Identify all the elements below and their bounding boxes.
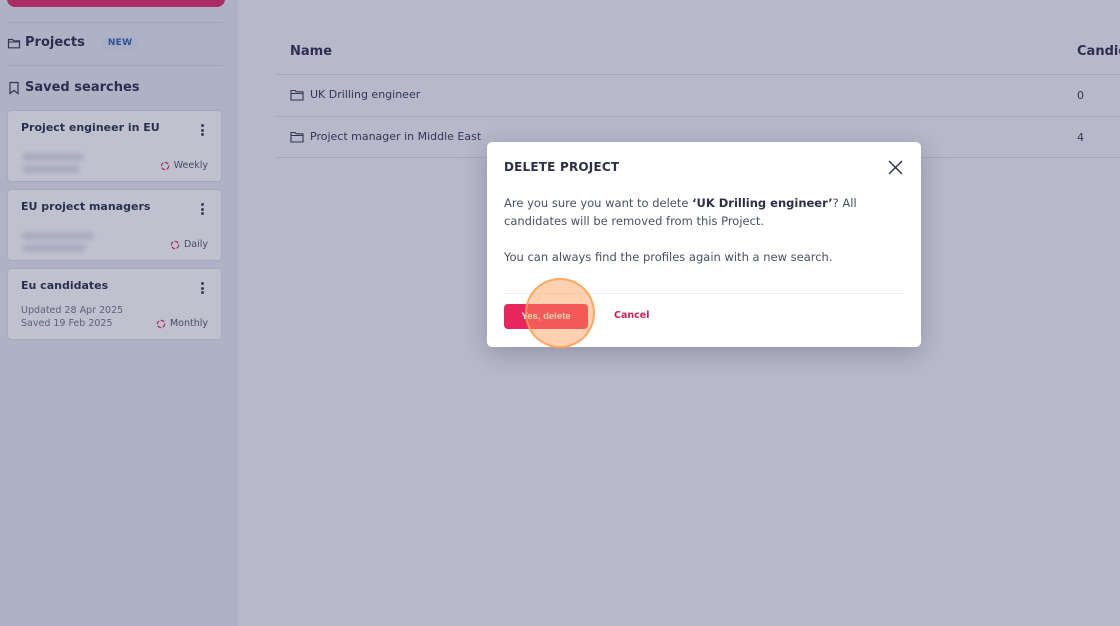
dialog-divider [504, 293, 904, 294]
close-icon[interactable] [887, 159, 904, 176]
yes-delete-button[interactable]: Yes, delete [504, 304, 588, 329]
dialog-message: Are you sure you want to delete ‘UK Dril… [504, 194, 902, 230]
dialog-body: Are you sure you want to delete ‘UK Dril… [504, 194, 902, 266]
cancel-button[interactable]: Cancel [614, 310, 649, 321]
message-prefix: Are you sure you want to delete [504, 196, 693, 210]
project-name-highlight: ‘UK Drilling engineer’ [692, 196, 833, 210]
dialog-title: DELETE PROJECT [504, 160, 620, 174]
dialog-note: You can always find the profiles again w… [504, 250, 833, 264]
